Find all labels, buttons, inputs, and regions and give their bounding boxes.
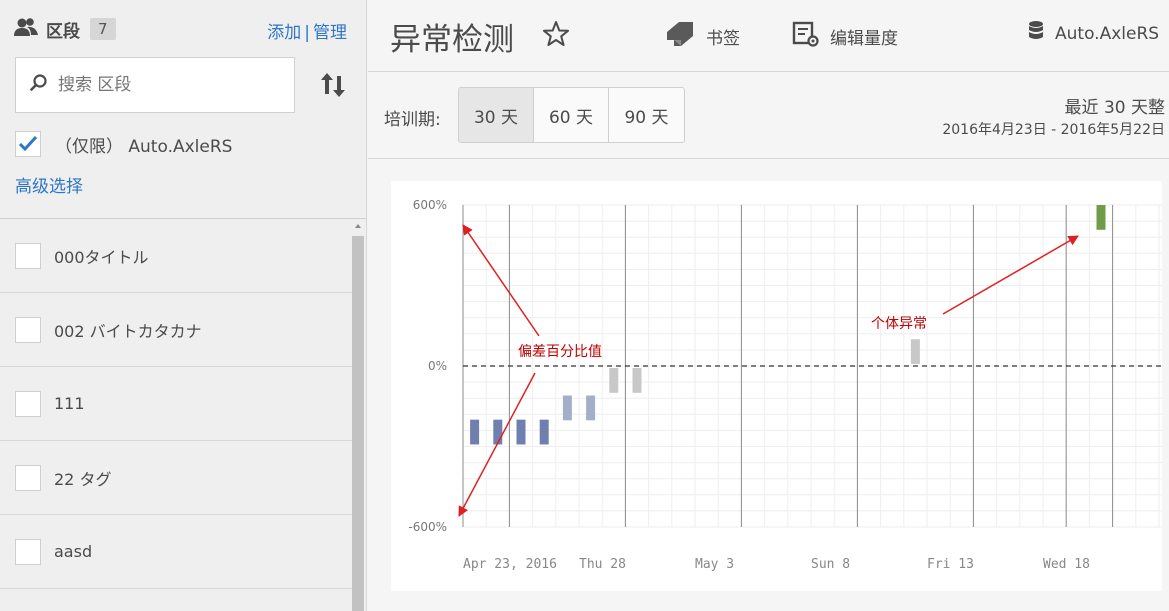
bar <box>586 395 596 421</box>
users-icon <box>14 17 38 41</box>
report-suite-label: Auto.AxleRS <box>1055 23 1160 44</box>
bar <box>632 368 642 393</box>
bar <box>1096 205 1106 230</box>
filter-label: （仅限） Auto.AxleRS <box>55 136 233 157</box>
bar <box>470 419 480 445</box>
edit-metrics-button[interactable]: 编辑量度 <box>792 20 898 53</box>
bookmark-label: 书签 <box>706 29 740 49</box>
x-tick-label: Fri 13 <box>927 557 974 572</box>
segment-label: 002 バイトカタカナ <box>54 321 202 341</box>
scroll-up-arrow-icon[interactable] <box>355 224 361 228</box>
segments-count-badge: 7 <box>90 18 116 40</box>
segments-panel: 区段 7 添加|管理 （仅限） Auto.AxleRS 高级选择 000タイトル… <box>0 0 367 611</box>
bar <box>562 395 572 421</box>
report-suite-filter[interactable]: （仅限） Auto.AxleRS <box>15 131 232 157</box>
report-suite-selector[interactable]: Auto.AxleRS <box>1027 20 1159 47</box>
segment-checkbox[interactable] <box>15 390 41 417</box>
segment-label: 000タイトル <box>54 247 149 267</box>
main-panel: 异常检测 书签 编辑量度 Auto.AxleRS 培训期: 30 天 60 天 … <box>368 0 1169 611</box>
add-segment-link[interactable]: 添加 <box>267 23 301 43</box>
segment-checkbox[interactable] <box>15 464 41 491</box>
sort-icon[interactable] <box>318 70 348 100</box>
scroll-thumb[interactable] <box>352 236 364 611</box>
segments-header: 区段 7 <box>14 16 116 42</box>
x-tick-label: Thu 28 <box>579 557 626 572</box>
filter-checkbox[interactable] <box>15 131 41 157</box>
x-tick-label: Sun 8 <box>811 557 850 572</box>
date-range-title: 最近 30 天整 <box>1064 98 1165 118</box>
bar <box>910 339 920 364</box>
bar <box>609 368 619 393</box>
search-icon <box>30 74 48 96</box>
bookmark-button[interactable]: 书签 <box>664 20 740 53</box>
x-tick-label: Apr 23, 2016 <box>463 557 557 572</box>
x-tick-label: May 3 <box>695 557 734 572</box>
y-tick-label: 600% <box>413 198 447 212</box>
segment-list: 000タイトル 002 バイトカタカナ 111 22 タグ aasd <box>0 219 352 589</box>
bar <box>493 419 503 445</box>
segment-label: 22 タグ <box>54 469 112 489</box>
segment-list-scrollbar[interactable] <box>352 222 364 611</box>
segments-title: 区段 <box>46 21 80 42</box>
segment-label: 111 <box>54 394 85 413</box>
bookmark-icon <box>664 20 696 53</box>
annotation-arrow <box>942 235 1079 315</box>
date-range-dates: 2016年4月23日 - 2016年5月22日 <box>942 122 1165 138</box>
advanced-selection-link[interactable]: 高级选择 <box>15 172 83 197</box>
edit-metrics-icon <box>792 20 820 53</box>
anomaly-chart: 600% 0% -600% Apr 23, 2016 Thu 28 May 3 Sun 8 F… <box>391 181 1162 591</box>
y-tick-label: 0% <box>428 359 447 373</box>
segment-checkbox[interactable] <box>15 538 41 565</box>
list-item[interactable]: 22 タグ <box>0 441 352 515</box>
star-icon[interactable] <box>542 20 570 52</box>
list-item[interactable]: 111 <box>0 367 352 441</box>
period-90-button[interactable]: 90 天 <box>609 88 684 142</box>
list-item[interactable]: aasd <box>0 515 352 589</box>
annotation-label: 偏差百分比值 <box>518 344 602 360</box>
segment-actions: 添加 | 管理 <box>267 18 347 43</box>
actions-separator: | <box>304 23 310 43</box>
manage-segments-link[interactable]: 管理 <box>313 23 347 43</box>
x-tick-label: Wed 18 <box>1043 557 1090 572</box>
list-item[interactable]: 002 バイトカタカナ <box>0 293 352 367</box>
segment-label: aasd <box>54 542 93 561</box>
checkmark-icon <box>18 135 38 152</box>
period-60-button[interactable]: 60 天 <box>534 88 609 142</box>
segment-checkbox[interactable] <box>15 242 41 269</box>
list-item[interactable]: 000タイトル <box>0 219 352 293</box>
bar <box>516 419 526 445</box>
segment-checkbox[interactable] <box>15 316 41 343</box>
page-title: 异常检测 <box>390 22 514 58</box>
y-tick-label: -600% <box>408 520 447 534</box>
period-30-button[interactable]: 30 天 <box>459 88 534 142</box>
edit-metrics-label: 编辑量度 <box>830 29 898 49</box>
segment-search-input[interactable] <box>58 75 278 95</box>
training-period-label: 培训期: <box>384 110 441 130</box>
database-icon <box>1027 20 1045 47</box>
training-period-row: 培训期: 30 天 60 天 90 天 最近 30 天整 2016年4月23日 … <box>368 73 1169 159</box>
segment-search <box>15 57 295 113</box>
annotation-arrow <box>462 224 540 337</box>
bar <box>539 419 549 445</box>
training-period-toggle: 30 天 60 天 90 天 <box>458 87 685 143</box>
annotation-label: 个体异常 <box>871 316 927 332</box>
header-bar: 异常检测 书签 编辑量度 Auto.AxleRS <box>368 0 1169 72</box>
